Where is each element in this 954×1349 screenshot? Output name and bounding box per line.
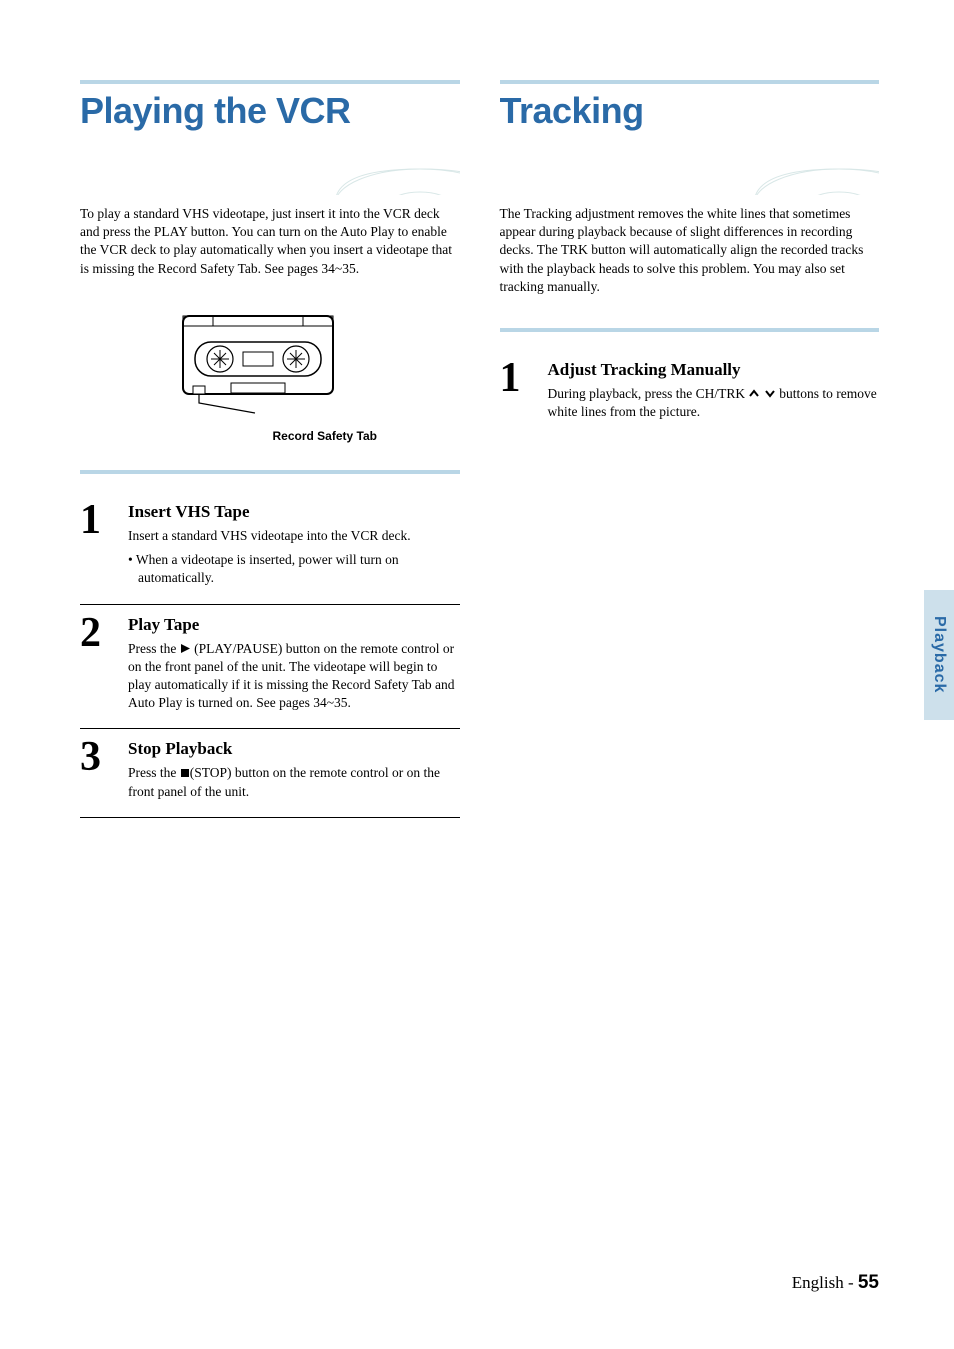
vhs-tape-figure: Record Safety Tab [80,308,460,445]
section-header-left: Playing the VCR [80,80,460,195]
vhs-tape-icon [165,308,375,418]
step-text: During playback, press the CH/TRK button… [548,385,880,421]
side-tab: Playback [924,590,954,720]
step-title: Play Tape [128,615,460,635]
step-2: 2 Play Tape Press the (PLAY/PAUSE) butto… [80,605,460,730]
step-1: 1 Insert VHS Tape Insert a standard VHS … [80,492,460,605]
step-text: Insert a standard VHS videotape into the… [128,527,460,545]
stop-icon [180,768,190,778]
step-bullet: • When a videotape is inserted, power wi… [128,551,460,587]
step-number: 1 [500,360,534,421]
step-number: 3 [80,739,114,800]
page-number: 55 [858,1272,879,1293]
step-text: Press the (STOP) button on the remote co… [128,764,460,800]
footer-language: English - [792,1273,858,1292]
play-icon [180,643,191,654]
text-before: Press the [128,641,180,656]
section-title-right: Tracking [500,90,880,132]
step-title: Adjust Tracking Manually [548,360,880,380]
intro-text-right: The Tracking adjustment removes the whit… [500,205,880,296]
section-title-left: Playing the VCR [80,90,460,132]
left-column: Playing the VCR To play a standard VHS v… [80,80,460,818]
down-icon [764,388,776,399]
step-title: Insert VHS Tape [128,502,460,522]
step-text: Press the (PLAY/PAUSE) button on the rem… [128,640,460,713]
step-3: 3 Stop Playback Press the (STOP) button … [80,729,460,817]
tape-caption: Record Safety Tab [273,429,377,443]
side-tab-label: Playback [930,616,948,693]
step-number: 1 [80,502,114,588]
text-before: Press the [128,765,180,780]
intro-text-left: To play a standard VHS videotape, just i… [80,205,460,278]
section-header-right: Tracking [500,80,880,195]
text-before: During playback, press the CH/TRK [548,386,749,401]
step-number: 2 [80,615,114,713]
right-column: Tracking The Tracking adjustment removes… [500,80,880,818]
step-title: Stop Playback [128,739,460,759]
divider [500,328,880,332]
up-icon [748,388,760,399]
page-footer: English - 55 [792,1272,879,1294]
divider [80,470,460,474]
step-tracking-1: 1 Adjust Tracking Manually During playba… [500,350,880,437]
